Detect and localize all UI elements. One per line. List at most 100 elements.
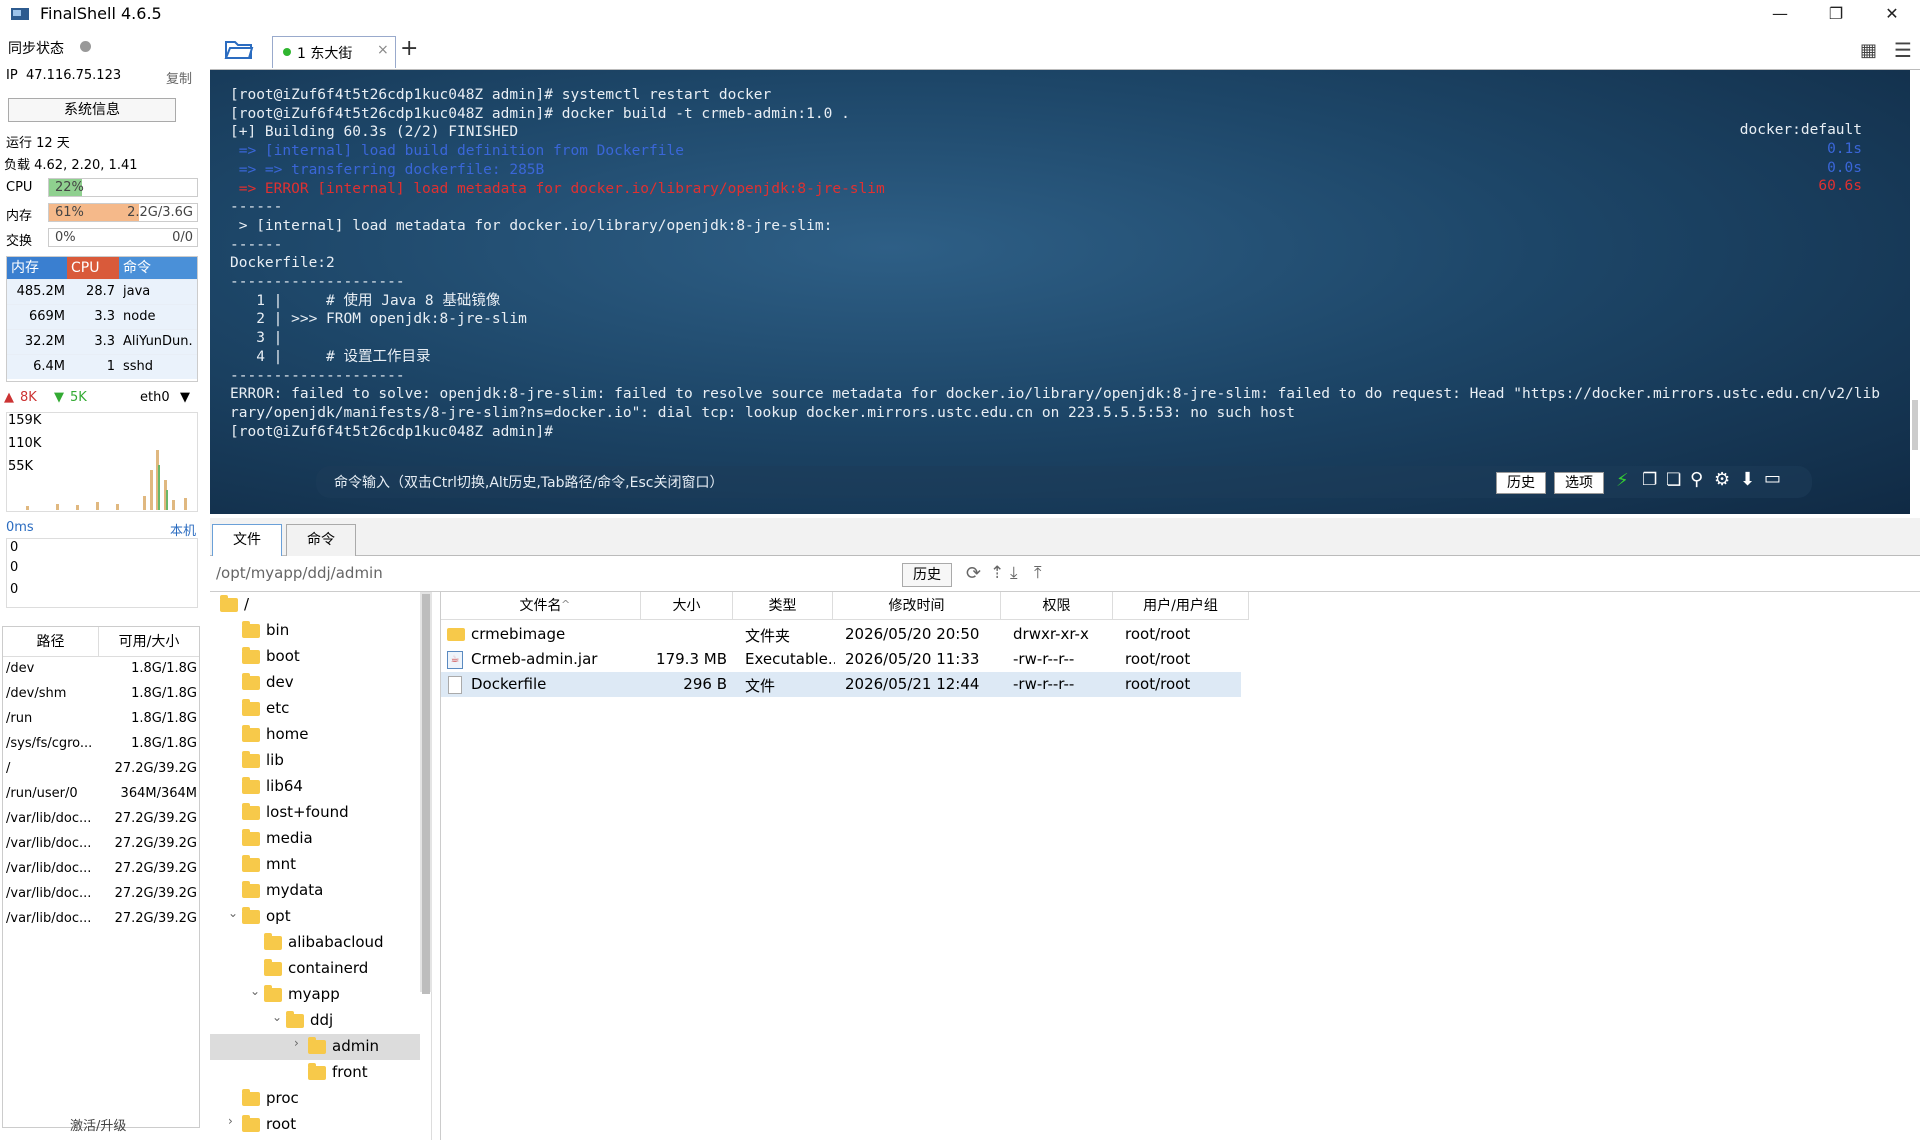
chevron-down-icon[interactable]: ▼: [180, 390, 190, 405]
file-row[interactable]: crmebimage 文件夹 2026/05/20 20:50 drwxr-xr-x r…: [441, 622, 1241, 647]
tree-scroll-thumb[interactable]: [422, 594, 430, 994]
refresh-icon[interactable]: ⟳: [966, 563, 981, 584]
tree-node[interactable]: ⌄ opt: [210, 904, 420, 930]
tab-files[interactable]: 文件: [212, 524, 282, 556]
minimize-button[interactable]: —: [1752, 0, 1808, 28]
file-header-owner[interactable]: 用户/用户组: [1113, 592, 1249, 620]
chevron-down-icon[interactable]: ⌄: [272, 1010, 282, 1024]
tree-node[interactable]: lost+found: [210, 800, 420, 826]
tree-node[interactable]: dev: [210, 670, 420, 696]
download-icon[interactable]: ⤓: [1010, 563, 1018, 583]
copy-icon[interactable]: ❐: [1642, 470, 1657, 490]
fs-header-path[interactable]: 路径: [3, 627, 99, 657]
fs-path: /var/lib/doc...: [6, 861, 92, 876]
filesystem-row[interactable]: /dev/shm 1.8G/1.8G: [3, 682, 199, 707]
chevron-down-icon[interactable]: ⌄: [228, 906, 238, 920]
filesystem-row[interactable]: /var/lib/doc... 27.2G/39.2G: [3, 857, 199, 882]
filesystem-row[interactable]: /var/lib/doc... 27.2G/39.2G: [3, 807, 199, 832]
close-button[interactable]: ✕: [1864, 0, 1920, 28]
tree-scrollbar[interactable]: [420, 592, 432, 994]
tree-node[interactable]: mnt: [210, 852, 420, 878]
process-header-cpu[interactable]: CPU: [67, 257, 119, 279]
lightning-icon[interactable]: ⚡: [1616, 470, 1629, 491]
filesystem-row[interactable]: /var/lib/doc... 27.2G/39.2G: [3, 882, 199, 907]
tree-node[interactable]: › root: [210, 1112, 420, 1138]
upload-icon[interactable]: ⤒: [1034, 563, 1042, 583]
folder-open-icon[interactable]: [224, 38, 254, 60]
tree-node[interactable]: containerd: [210, 956, 420, 982]
net-bar: [76, 505, 79, 510]
tree-node[interactable]: media: [210, 826, 420, 852]
menu-icon[interactable]: ☰: [1894, 38, 1912, 62]
tree-node[interactable]: › admin: [210, 1034, 420, 1060]
add-tab-icon[interactable]: +: [400, 36, 418, 61]
paste-icon[interactable]: ❏: [1666, 470, 1681, 490]
path-input[interactable]: /opt/myapp/ddj/admin: [216, 564, 383, 582]
tree-node[interactable]: front: [210, 1060, 420, 1086]
search-icon[interactable]: ⚲: [1690, 469, 1703, 490]
process-header-mem[interactable]: 内存: [7, 257, 67, 279]
terminal-scroll-thumb[interactable]: [1912, 400, 1918, 450]
filesystem-row[interactable]: /run 1.8G/1.8G: [3, 707, 199, 732]
file-header-name[interactable]: 文件名: [441, 592, 641, 620]
filesystem-row[interactable]: /var/lib/doc... 27.2G/39.2G: [3, 907, 199, 932]
tree-node[interactable]: mydata: [210, 878, 420, 904]
fs-header-size[interactable]: 可用/大小: [99, 627, 199, 657]
filesystem-row[interactable]: /sys/fs/cgro... 1.8G/1.8G: [3, 732, 199, 757]
file-header-type[interactable]: 类型: [733, 592, 833, 620]
tree-node[interactable]: bin: [210, 618, 420, 644]
command-input-placeholder[interactable]: 命令输入（双击Ctrl切换,Alt历史,Tab路径/命令,Esc关闭窗口）: [334, 472, 723, 492]
command-input-bar[interactable]: 命令输入（双击Ctrl切换,Alt历史,Tab路径/命令,Esc关闭窗口） 历史…: [316, 466, 1812, 498]
layout-grid-icon[interactable]: ▦: [1860, 40, 1877, 61]
maximize-button[interactable]: ❐: [1808, 0, 1864, 28]
file-row[interactable]: ☕ Crmeb-admin.jar 179.3 MB Executable... 202…: [441, 647, 1241, 672]
process-row[interactable]: 32.2M 3.3 AliYunDun.: [7, 329, 197, 354]
filesystem-row[interactable]: /run/user/0 364M/364M: [3, 782, 199, 807]
process-row[interactable]: 669M 3.3 node: [7, 304, 197, 329]
tab-commands[interactable]: 命令: [286, 524, 356, 556]
filesystem-row[interactable]: / 27.2G/39.2G: [3, 757, 199, 782]
tree-node[interactable]: /: [210, 592, 420, 618]
file-header-mtime[interactable]: 修改时间: [833, 592, 1001, 620]
chevron-down-icon[interactable]: ⌄: [250, 984, 260, 998]
tree-node[interactable]: proc: [210, 1086, 420, 1112]
process-row[interactable]: 485.2M 28.7 java: [7, 279, 197, 304]
process-header-cmd[interactable]: 命令: [119, 257, 197, 279]
gear-icon[interactable]: ⚙: [1714, 469, 1730, 490]
tree-node[interactable]: ⌄ ddj: [210, 1008, 420, 1034]
tree-node[interactable]: lib: [210, 748, 420, 774]
go-up-icon[interactable]: ⇡: [990, 563, 1004, 583]
tree-node[interactable]: lib64: [210, 774, 420, 800]
file-header-size[interactable]: 大小: [641, 592, 733, 620]
file-header-perm[interactable]: 权限: [1001, 592, 1113, 620]
options-button[interactable]: 选项: [1554, 472, 1604, 494]
chevron-right-icon[interactable]: ›: [228, 1114, 233, 1128]
filesystem-row[interactable]: /var/lib/doc... 27.2G/39.2G: [3, 832, 199, 857]
tree-node[interactable]: ⌄ myapp: [210, 982, 420, 1008]
close-tab-icon[interactable]: ×: [377, 42, 389, 58]
tree-node[interactable]: home: [210, 722, 420, 748]
tree-node[interactable]: boot: [210, 644, 420, 670]
net-y-label: 159K: [8, 413, 42, 428]
file-mtime: 2026/05/21 12:44: [845, 675, 980, 693]
system-info-button[interactable]: 系统信息: [8, 98, 176, 122]
activate-upgrade-link[interactable]: 激活/升级: [70, 1115, 126, 1134]
file-permissions: -rw-r--r--: [1013, 650, 1075, 668]
file-row[interactable]: Dockerfile 296 B 文件 2026/05/21 12:44 -rw-r--…: [441, 672, 1241, 697]
history-button[interactable]: 历史: [1496, 472, 1546, 494]
path-history-button[interactable]: 历史: [902, 563, 952, 587]
latency-host[interactable]: 本机: [170, 520, 196, 539]
fullscreen-icon[interactable]: ▭: [1764, 468, 1781, 489]
arrow-down-icon[interactable]: ⬇: [1740, 469, 1755, 490]
copy-ip-button[interactable]: 复制: [166, 68, 192, 87]
process-row[interactable]: 6.4M 1 sshd: [7, 354, 197, 379]
terminal-view[interactable]: [root@iZuf6f4t5t26cdp1kuc048Z admin]# sy…: [210, 70, 1910, 514]
tree-node[interactable]: etc: [210, 696, 420, 722]
chevron-right-icon[interactable]: ›: [294, 1036, 299, 1050]
net-iface[interactable]: eth0: [140, 390, 170, 405]
sort-asc-icon[interactable]: ^: [561, 598, 570, 611]
tree-node[interactable]: alibabacloud: [210, 930, 420, 956]
terminal-scrollbar[interactable]: [1910, 70, 1920, 514]
session-tab[interactable]: 1 东大街 ×: [272, 36, 396, 68]
filesystem-row[interactable]: /dev 1.8G/1.8G: [3, 657, 199, 682]
